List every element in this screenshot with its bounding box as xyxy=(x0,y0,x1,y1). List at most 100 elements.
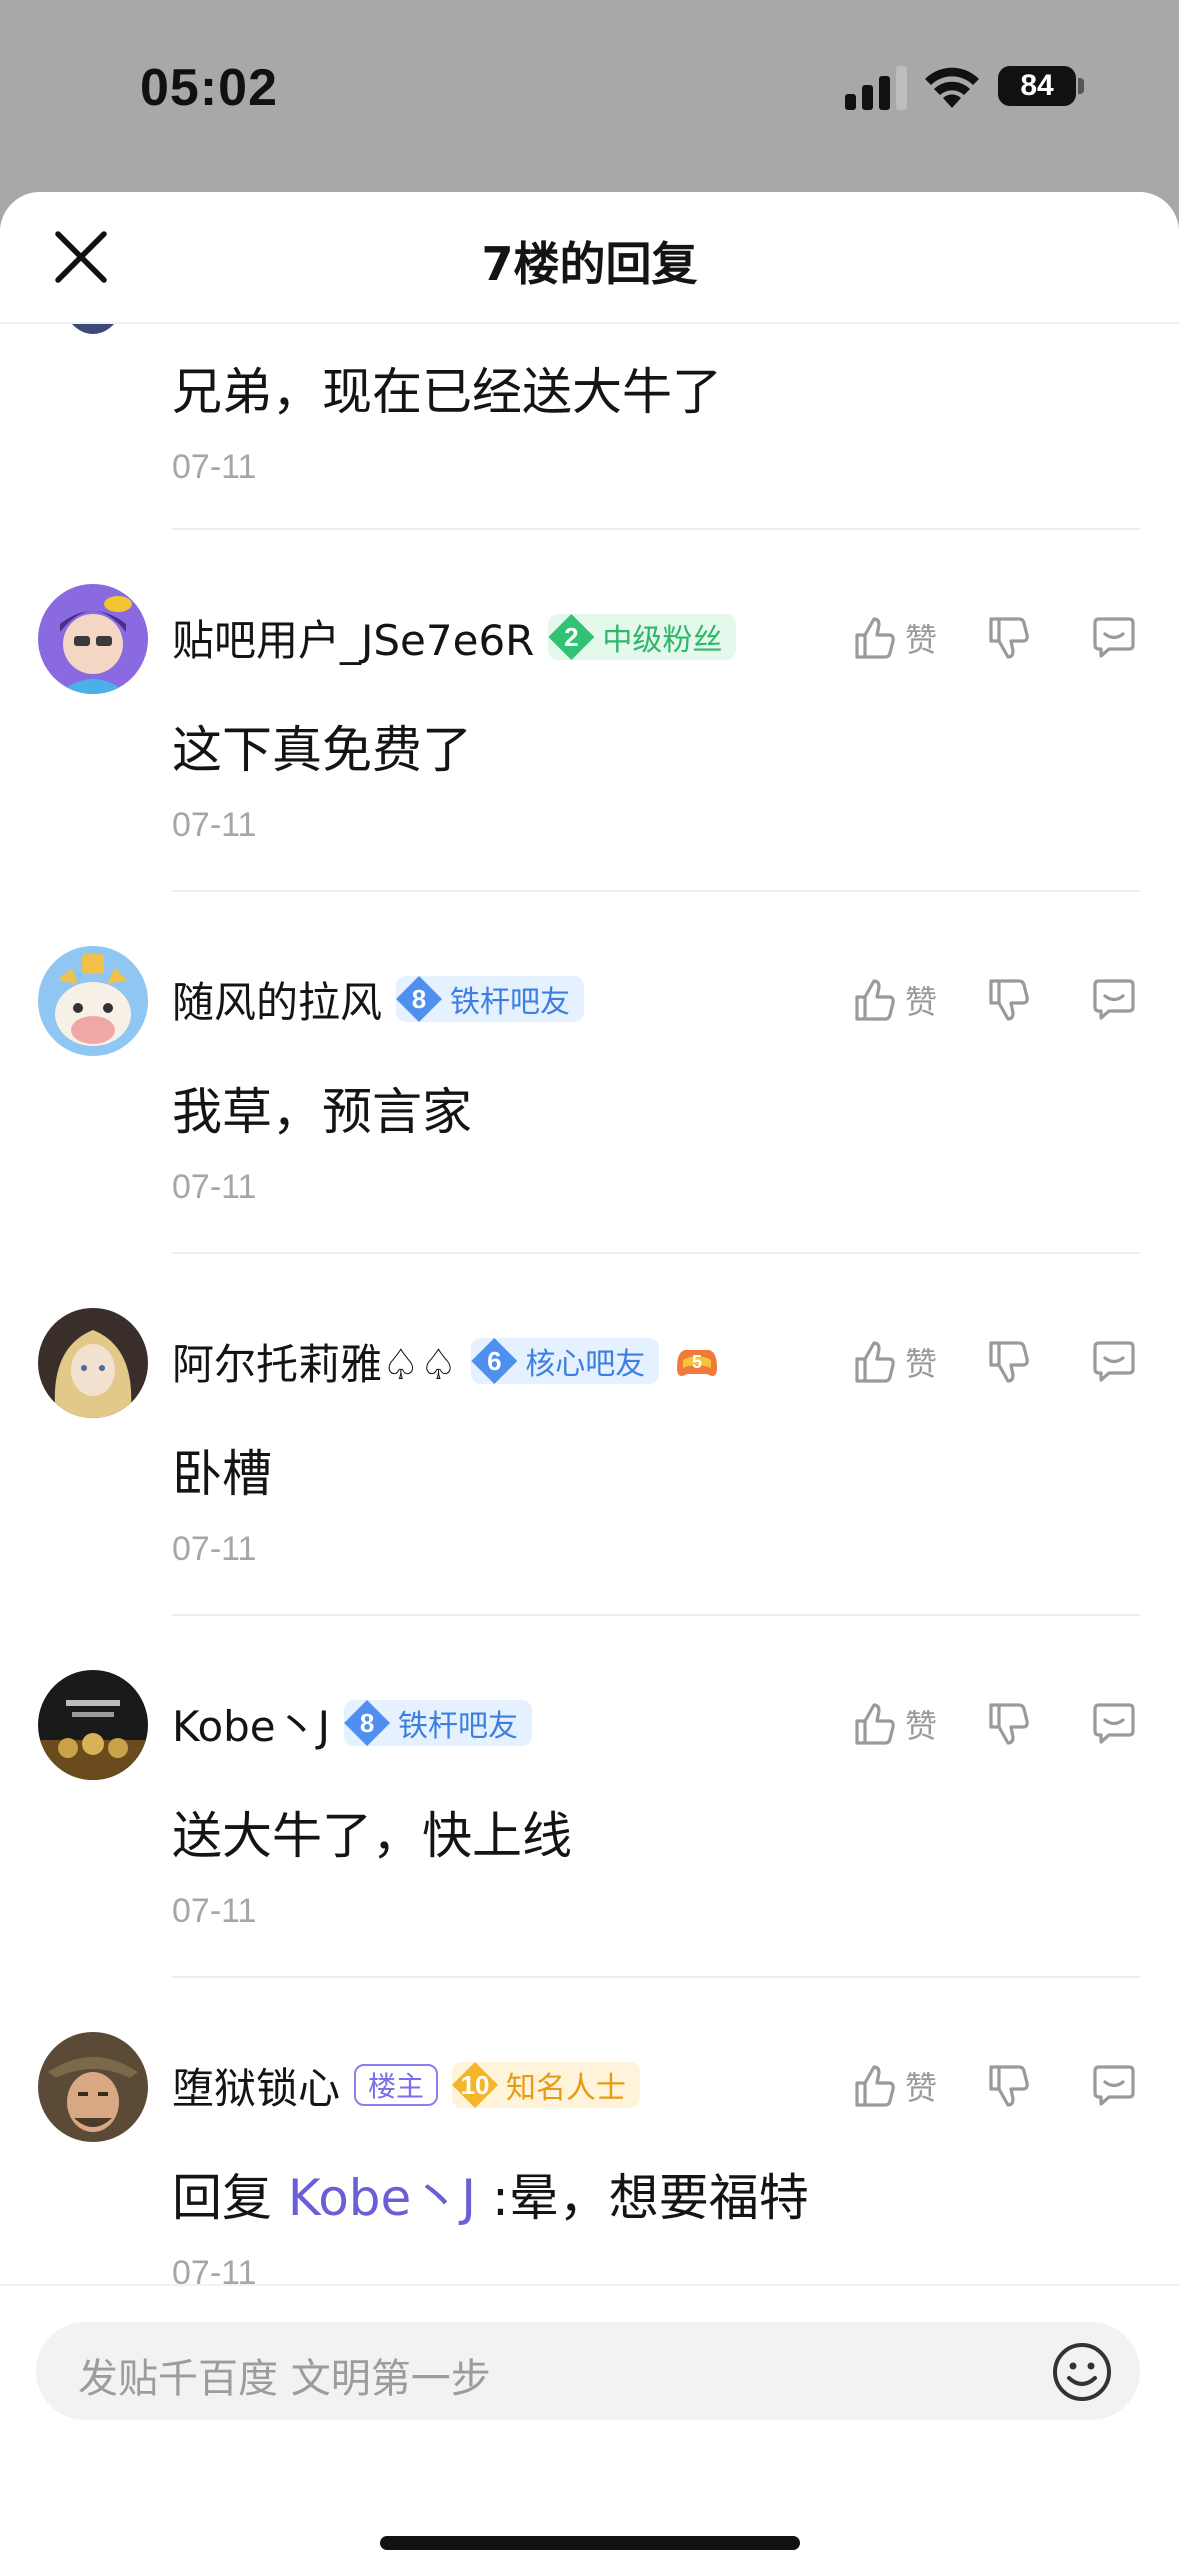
thumbs-up-icon xyxy=(855,1341,895,1383)
like-button[interactable]: 赞 xyxy=(849,613,983,663)
sheet-title: 7楼的回复 xyxy=(481,237,698,291)
comment-bubble-icon xyxy=(1093,617,1135,658)
avatar[interactable] xyxy=(38,584,148,694)
avatar[interactable] xyxy=(38,1670,148,1780)
reply-button[interactable] xyxy=(1089,2061,1139,2111)
level-label: 铁杆吧友 xyxy=(398,1709,519,1744)
thumbs-up-icon xyxy=(855,617,895,659)
thumbs-up-icon xyxy=(855,979,895,1021)
reply-date: 07-11 xyxy=(172,2254,257,2284)
like-button[interactable]: 赞 xyxy=(849,975,983,1025)
reply-button[interactable] xyxy=(1089,1699,1139,1749)
level-number: 8 xyxy=(344,1700,391,1746)
comment-bubble-icon xyxy=(1093,2065,1135,2106)
like-label: 赞 xyxy=(904,983,937,1021)
thumbs-down-icon xyxy=(989,979,1029,1021)
divider xyxy=(172,528,1140,530)
reply-text: 送大牛了，快上线 xyxy=(172,1807,572,1865)
like-button[interactable]: 赞 xyxy=(849,1699,983,1749)
game-badge-icon: 5 xyxy=(677,1349,718,1376)
reply-prefix: 回复 xyxy=(172,2169,288,2227)
level-number: 8 xyxy=(396,976,443,1022)
thumbs-up-icon xyxy=(855,2065,895,2107)
thumbs-down-icon xyxy=(989,1703,1029,1745)
dislike-button[interactable] xyxy=(983,1699,1033,1749)
thumbs-down-icon xyxy=(989,617,1029,659)
username[interactable]: 阿尔托莉雅♤♤ xyxy=(172,1331,457,1392)
reply-sheet: 7楼的回复 兄弟，现在已经送大牛了 07-11 贴吧用户_JSe7e6R 2 中… xyxy=(0,192,1179,2556)
thumbs-down-icon xyxy=(989,1341,1029,1383)
reply-date: 07-11 xyxy=(172,806,257,844)
dislike-button[interactable] xyxy=(983,975,1033,1025)
avatar[interactable] xyxy=(58,324,128,334)
dislike-button[interactable] xyxy=(983,2061,1033,2111)
reply-body: :晕，想要福特 xyxy=(476,2169,809,2227)
reply-actions: 赞 xyxy=(849,608,1139,668)
level-badge: 8 铁杆吧友 xyxy=(396,976,585,1022)
like-label: 赞 xyxy=(904,621,937,659)
level-badge: 8 铁杆吧友 xyxy=(344,1700,533,1746)
reply-date: 07-11 xyxy=(172,1892,257,1930)
like-label: 赞 xyxy=(904,2069,937,2107)
like-label: 赞 xyxy=(904,1707,937,1745)
cellular-signal-icon xyxy=(845,66,907,110)
username[interactable]: 随风的拉风 xyxy=(172,969,382,1030)
battery-icon: 84 xyxy=(998,66,1076,106)
reply-feed[interactable]: 兄弟，现在已经送大牛了 07-11 贴吧用户_JSe7e6R 2 中级粉丝 赞 … xyxy=(0,324,1179,2284)
battery-tip xyxy=(1078,78,1084,94)
level-badge: 2 中级粉丝 xyxy=(548,614,737,660)
level-number: 10 xyxy=(452,2062,499,2108)
reply-actions: 赞 xyxy=(849,1694,1139,1754)
like-button[interactable]: 赞 xyxy=(849,1337,983,1387)
level-number: 2 xyxy=(548,614,595,660)
reply-actions: 赞 xyxy=(849,970,1139,1030)
level-label: 铁杆吧友 xyxy=(450,985,571,1020)
thread-owner-tag: 楼主 xyxy=(354,2064,439,2106)
thumbs-up-icon xyxy=(855,1703,895,1745)
username[interactable]: Kobe丶J xyxy=(172,1693,330,1754)
game-badge-value: 5 xyxy=(692,1352,702,1372)
avatar[interactable] xyxy=(38,2032,148,2142)
like-button[interactable]: 赞 xyxy=(849,2061,983,2111)
reply-button[interactable] xyxy=(1089,1337,1139,1387)
reply-date: 07-11 xyxy=(172,1168,257,1206)
emoji-icon[interactable] xyxy=(1050,2340,1114,2404)
avatar[interactable] xyxy=(38,1308,148,1418)
comment-bubble-icon xyxy=(1093,979,1135,1020)
status-time: 05:02 xyxy=(140,59,278,117)
reply-text: 卧槽 xyxy=(172,1445,272,1503)
reply-text: 这下真免费了 xyxy=(172,721,472,779)
comment-date: 07-11 xyxy=(172,448,257,486)
reply-button[interactable] xyxy=(1089,975,1139,1025)
avatar[interactable] xyxy=(38,946,148,1056)
level-label: 中级粉丝 xyxy=(602,623,723,658)
reply-item: 堕狱锁心 楼主 10 知名人士 赞 回复 Kobe丶J :晕，想要福特 07-1… xyxy=(0,2030,1179,2284)
divider xyxy=(172,890,1140,892)
reply-text: 回复 Kobe丶J :晕，想要福特 xyxy=(172,2158,809,2230)
divider xyxy=(172,1614,1140,1616)
level-label: 知名人士 xyxy=(506,2071,627,2106)
reply-button[interactable] xyxy=(1089,613,1139,663)
comment-placeholder: 发贴千百度 文明第一步 xyxy=(78,2356,491,2402)
reply-date: 07-11 xyxy=(172,1530,257,1568)
level-label: 核心吧友 xyxy=(525,1347,646,1382)
wifi-icon xyxy=(925,67,979,108)
reply-text: 我草，预言家 xyxy=(172,1083,472,1141)
dislike-button[interactable] xyxy=(983,613,1033,663)
dislike-button[interactable] xyxy=(983,1337,1033,1387)
username[interactable]: 贴吧用户_JSe7e6R xyxy=(172,607,534,668)
status-bar: 05:02 84 xyxy=(0,0,1179,190)
comment-bar: 发贴千百度 文明第一步 xyxy=(0,2284,1179,2556)
mention-link[interactable]: Kobe丶J xyxy=(288,2169,476,2227)
sheet-header: 7楼的回复 xyxy=(0,192,1179,324)
comment-bubble-icon xyxy=(1093,1341,1135,1382)
reply-actions: 赞 xyxy=(849,2056,1139,2116)
divider xyxy=(172,1252,1140,1254)
username[interactable]: 堕狱锁心 xyxy=(172,2055,340,2116)
level-badge: 6 核心吧友 xyxy=(471,1338,660,1384)
divider xyxy=(172,1976,1140,1978)
home-indicator xyxy=(380,2536,800,2550)
level-badge: 10 知名人士 xyxy=(452,2062,641,2108)
like-label: 赞 xyxy=(904,1345,937,1383)
thumbs-down-icon xyxy=(989,2065,1029,2107)
